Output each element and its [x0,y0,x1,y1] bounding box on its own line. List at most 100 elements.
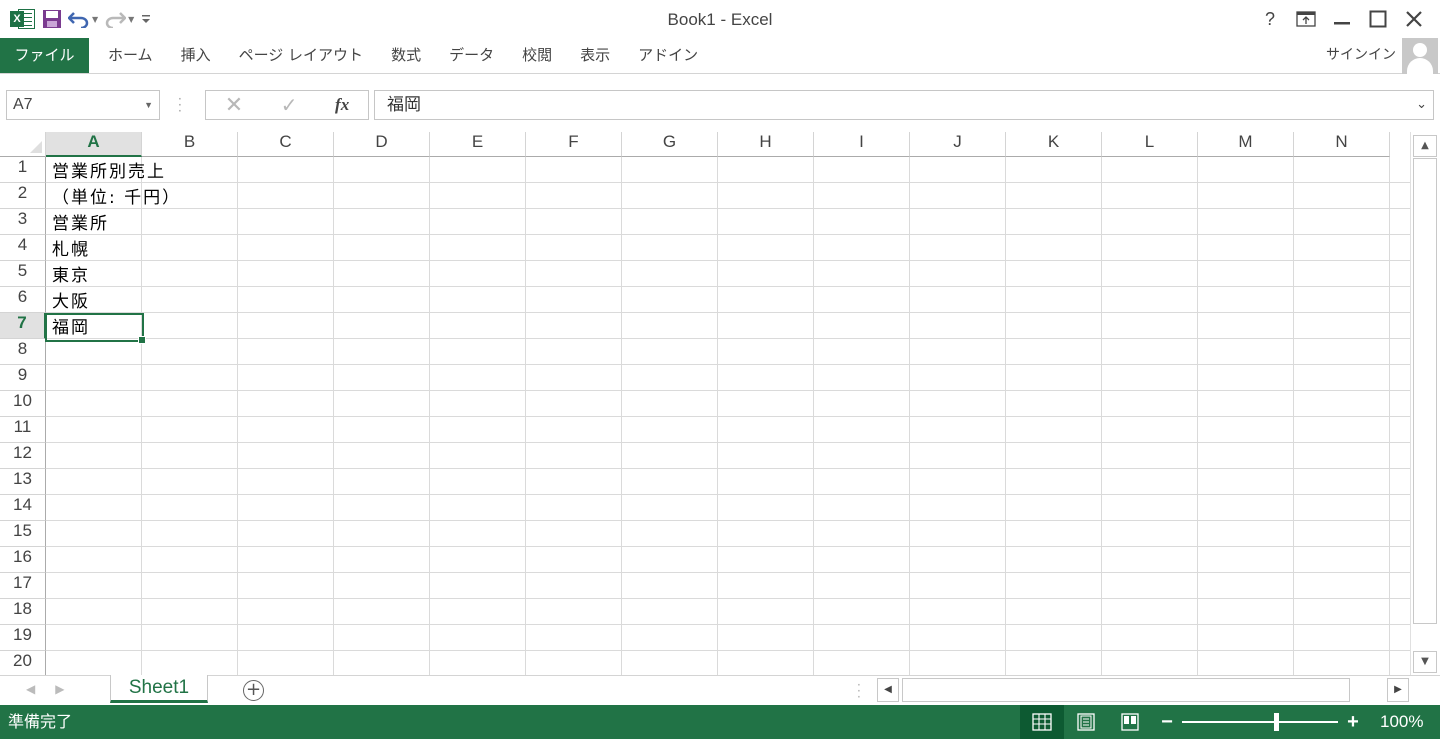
vertical-scrollbar[interactable]: ▲ ▼ [1410,132,1438,675]
zoom-control: − + 100% [1158,705,1423,739]
row-header-18[interactable]: 18 [0,599,46,625]
tab-addins[interactable]: アドイン [624,38,712,73]
horizontal-scroll-thumb[interactable] [902,678,1350,702]
tab-formulas[interactable]: 数式 [377,38,435,73]
ribbon-tabs: ホーム 挿入 ページ レイアウト 数式 データ 校閲 表示 アドイン [94,38,712,73]
row-header-13[interactable]: 13 [0,469,46,495]
zoom-slider-handle[interactable] [1274,713,1279,731]
column-header-i[interactable]: I [814,132,910,157]
scroll-down-icon[interactable]: ▼ [1413,651,1437,673]
scroll-left-icon[interactable]: ◀ [877,678,899,702]
row-header-17[interactable]: 17 [0,573,46,599]
horizontal-scrollbar[interactable]: ◀ ▶ [877,678,1409,702]
tab-home[interactable]: ホーム [94,38,167,73]
page-break-preview-icon[interactable] [1108,705,1152,739]
formula-content: 福岡 [387,95,421,115]
expand-formula-bar-icon[interactable]: ⌄ [1416,91,1427,119]
scroll-right-icon[interactable]: ▶ [1387,678,1409,702]
row-header-8[interactable]: 8 [0,339,46,365]
row-header-3[interactable]: 3 [0,209,46,235]
sheet-nav: ◀ ▶ [26,682,84,696]
cell-a2[interactable]: （単位: 千円） [52,183,181,209]
column-header-d[interactable]: D [334,132,430,157]
row-header-6[interactable]: 6 [0,287,46,313]
formula-buttons: ✕ ✓ fx [205,90,369,120]
sheet-tab-sheet1[interactable]: Sheet1 [110,675,208,703]
cancel-entry-icon[interactable]: ✕ [225,93,243,118]
window-title: Book1 - Excel [667,10,773,29]
user-head-icon [1413,43,1427,57]
scroll-up-icon[interactable]: ▲ [1413,135,1437,157]
cell-a3[interactable]: 営業所 [52,209,109,235]
row-header-9[interactable]: 9 [0,365,46,391]
column-header-f[interactable]: F [526,132,622,157]
column-header-m[interactable]: M [1198,132,1294,157]
user-body-icon [1407,58,1433,74]
view-buttons [1020,705,1152,739]
window-controls: ? [1252,6,1432,32]
row-header-2[interactable]: 2 [0,183,46,209]
tab-data[interactable]: データ [435,38,508,73]
sheet-prev-icon[interactable]: ◀ [26,682,35,696]
row-header-4[interactable]: 4 [0,235,46,261]
tab-insert[interactable]: 挿入 [167,38,225,73]
tab-review[interactable]: 校閲 [508,38,566,73]
row-header-11[interactable]: 11 [0,417,46,443]
column-header-j[interactable]: J [910,132,1006,157]
column-header-a[interactable]: A [46,132,142,157]
row-header-20[interactable]: 20 [0,651,46,675]
column-header-g[interactable]: G [622,132,718,157]
row-header-7[interactable]: 7 [0,313,46,339]
tab-view[interactable]: 表示 [566,38,624,73]
name-box[interactable]: A7 ▼ [6,90,160,120]
formula-bar-resize-handle[interactable]: · · · [178,93,182,117]
vertical-scroll-thumb[interactable] [1413,158,1437,624]
add-sheet-button[interactable]: + [243,680,264,701]
active-cell-selection[interactable] [45,313,146,344]
normal-view-icon[interactable] [1020,705,1064,739]
ribbon-display-options-icon[interactable] [1288,6,1324,32]
select-all-corner[interactable] [0,132,46,157]
minimize-icon[interactable] [1324,6,1360,32]
status-bar: 準備完了 − + 100% [0,705,1440,739]
row-header-16[interactable]: 16 [0,547,46,573]
column-header-b[interactable]: B [142,132,238,157]
tab-page-layout[interactable]: ページ レイアウト [225,38,377,73]
sign-in-link[interactable]: サインイン [1326,38,1396,73]
page-layout-view-icon[interactable] [1064,705,1108,739]
column-header-n[interactable]: N [1294,132,1390,157]
column-header-e[interactable]: E [430,132,526,157]
cell-a6[interactable]: 大阪 [52,287,90,313]
cell-a5[interactable]: 東京 [52,261,90,287]
row-header-5[interactable]: 5 [0,261,46,287]
zoom-out-button[interactable]: − [1158,711,1176,734]
column-header-h[interactable]: H [718,132,814,157]
tab-file[interactable]: ファイル [0,38,89,73]
column-header-l[interactable]: L [1102,132,1198,157]
cell-area[interactable] [46,157,1410,675]
close-icon[interactable] [1396,6,1432,32]
column-header-c[interactable]: C [238,132,334,157]
row-header-12[interactable]: 12 [0,443,46,469]
zoom-in-button[interactable]: + [1344,711,1362,734]
column-header-k[interactable]: K [1006,132,1102,157]
row-header-10[interactable]: 10 [0,391,46,417]
row-header-15[interactable]: 15 [0,521,46,547]
avatar[interactable] [1402,38,1438,74]
sheet-tab-bar: ◀ ▶ Sheet1 + · · · ◀ ▶ [0,675,1440,705]
maximize-icon[interactable] [1360,6,1396,32]
formula-input[interactable]: 福岡 ⌄ [374,90,1434,120]
cell-a1[interactable]: 営業所別売上 [52,157,166,183]
sheet-next-icon[interactable]: ▶ [55,682,64,696]
enter-entry-icon[interactable]: ✓ [281,93,298,117]
zoom-level[interactable]: 100% [1380,712,1423,732]
cell-a4[interactable]: 札幌 [52,235,90,261]
row-header-19[interactable]: 19 [0,625,46,651]
help-button[interactable]: ? [1252,6,1288,32]
name-box-dropdown-icon[interactable]: ▼ [144,91,153,119]
insert-function-button[interactable]: fx [335,95,349,115]
tab-split-handle[interactable]: · · · [857,679,861,703]
row-header-1[interactable]: 1 [0,157,46,183]
row-header-14[interactable]: 14 [0,495,46,521]
zoom-slider[interactable] [1182,713,1338,731]
